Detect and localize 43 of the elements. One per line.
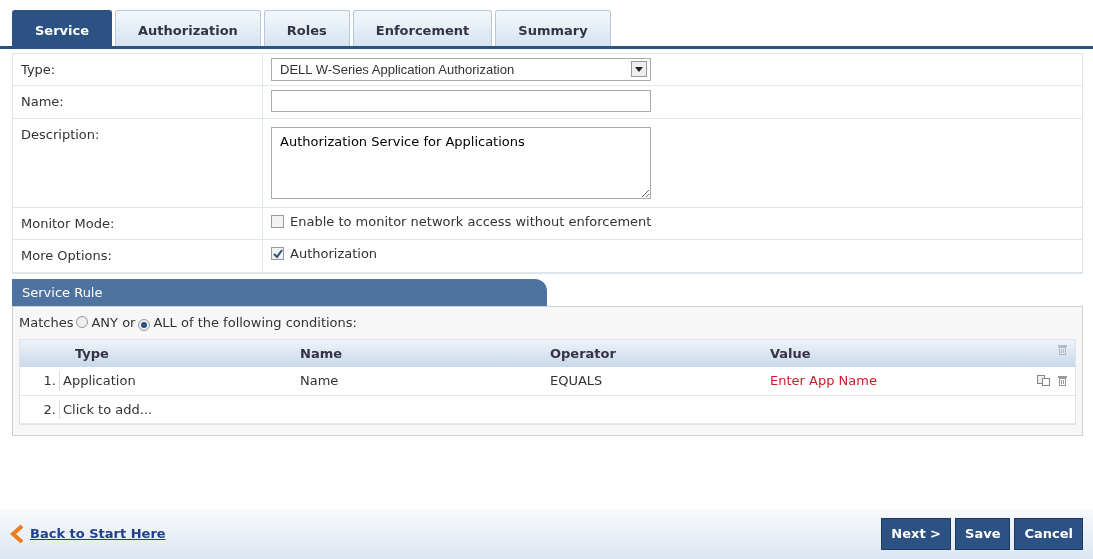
radio-button[interactable]: [76, 316, 89, 328]
column-header: Operator: [550, 344, 617, 363]
matches-label: Matches: [19, 315, 74, 330]
tab[interactable]: Roles: [263, 10, 350, 46]
joiner-text: or: [122, 315, 136, 330]
table-cell-text: Application: [62, 372, 137, 390]
column-header: Value: [770, 344, 812, 363]
radio-button[interactable]: [138, 319, 151, 331]
checkbox[interactable]: [271, 214, 284, 228]
radio-label: ANY: [91, 315, 118, 330]
tab[interactable]: Enforcement: [352, 10, 493, 46]
section-header: Service Rule: [12, 278, 547, 306]
column-header: Type: [74, 344, 110, 363]
back-link[interactable]: Back to Start Here: [10, 524, 166, 544]
footer-button[interactable]: Cancel: [1014, 518, 1083, 550]
table-cell-text: EQUALS: [550, 372, 604, 390]
field-label: Description:: [13, 118, 263, 207]
caret-icon[interactable]: [631, 61, 647, 78]
column-header: Name: [300, 344, 343, 363]
name-input[interactable]: [271, 90, 651, 112]
checkbox-label: Enable to monitor network access without enforcement: [290, 212, 652, 231]
description-field[interactable]: Authorization Service for Applications: [271, 126, 651, 199]
footer-button[interactable]: Next >: [881, 518, 951, 550]
footer-button[interactable]: Save: [955, 518, 1011, 550]
row-number: 1.: [20, 371, 60, 391]
table-cell[interactable]: Enter App Name: [770, 371, 1037, 391]
field-label: Monitor Mode:: [13, 207, 263, 239]
conditions-text: of the following conditions:: [181, 315, 357, 330]
checkbox-label: Authorization: [290, 245, 378, 263]
table-cell-text: Name: [300, 372, 340, 390]
tab[interactable]: Authorization: [115, 10, 261, 46]
checkbox[interactable]: [271, 247, 284, 260]
tab[interactable]: Service: [12, 10, 113, 46]
field-label: Type:: [13, 53, 263, 85]
row-number: 2.: [20, 399, 60, 419]
radio-label: ALL: [153, 315, 177, 330]
delete-icon[interactable]: [1058, 375, 1067, 387]
tab[interactable]: Summary: [495, 10, 611, 46]
field-label: Name:: [13, 86, 263, 118]
add-row-link[interactable]: Click to add...: [60, 399, 300, 419]
field-label: More Options:: [13, 240, 263, 272]
copy-icon[interactable]: [1037, 375, 1050, 387]
type-select[interactable]: DELL W-Series Application Authorization: [271, 57, 651, 81]
